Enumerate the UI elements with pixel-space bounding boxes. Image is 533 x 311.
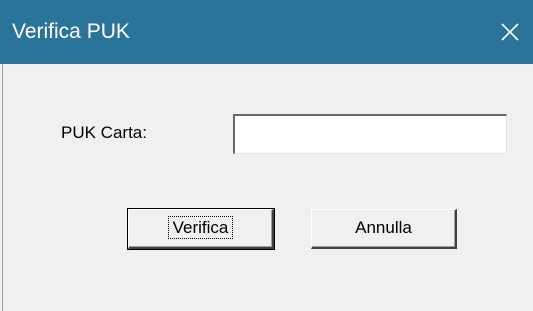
dialog-window: Verifica PUK PUK Carta: Verifica Annulla (0, 0, 533, 311)
close-icon (500, 22, 520, 42)
window-title: Verifica PUK (12, 20, 130, 43)
cancel-button[interactable]: Annulla (311, 209, 457, 249)
dialog-body (2, 64, 533, 311)
title-bar[interactable]: Verifica PUK (0, 0, 533, 64)
cancel-button-label: Annulla (355, 218, 412, 237)
puk-label: PUK Carta: (61, 123, 147, 142)
verify-button-label: Verifica (167, 216, 234, 239)
verify-button[interactable]: Verifica (127, 208, 275, 250)
close-button[interactable] (487, 0, 533, 64)
puk-input[interactable] (233, 114, 507, 154)
